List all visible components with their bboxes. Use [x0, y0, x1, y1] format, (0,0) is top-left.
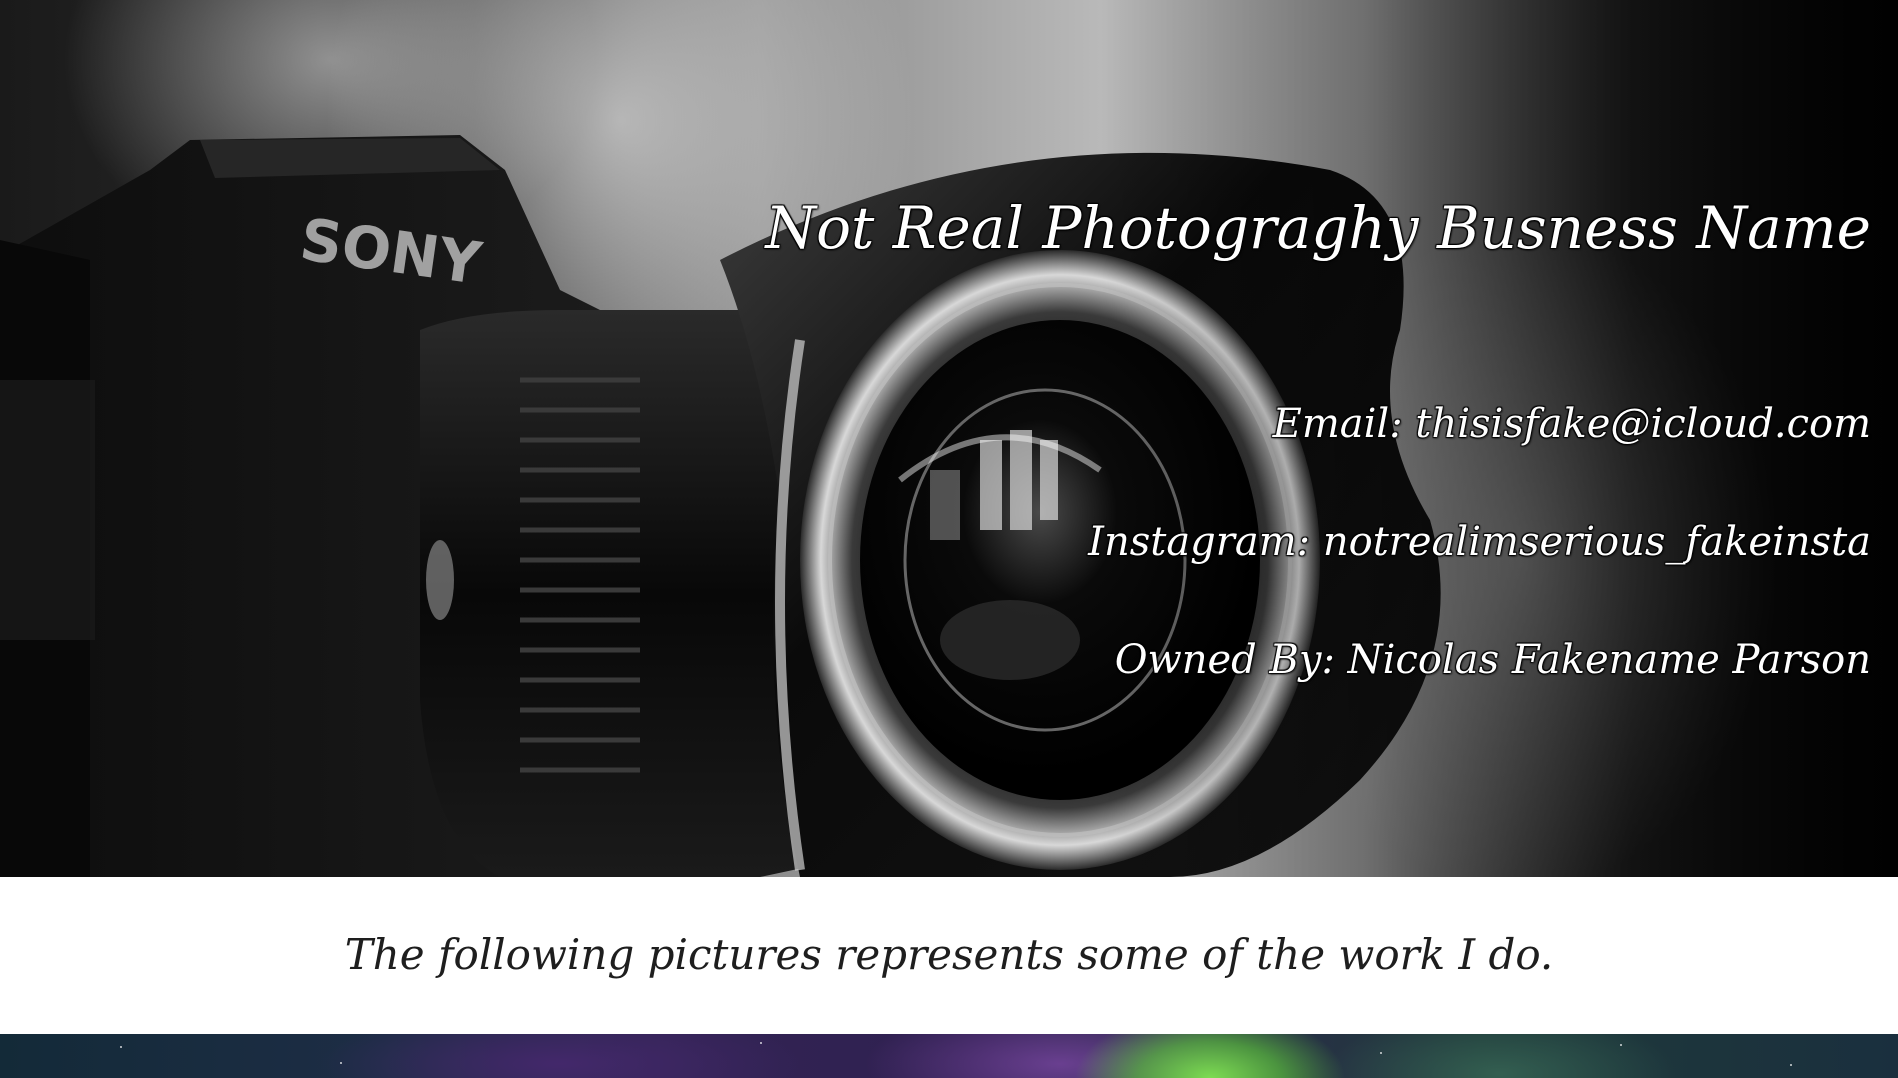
star-dot — [340, 1062, 342, 1064]
hero-banner: SONY Not Real Photograghy Busness Name E… — [0, 0, 1898, 877]
instagram-text: Instagram: notrealimserious_fakeinsta — [1088, 519, 1871, 565]
email-text: Email: thisisfake@icloud.com — [1272, 401, 1871, 447]
star-dot — [1380, 1052, 1382, 1054]
star-dot — [120, 1046, 122, 1048]
page: SONY Not Real Photograghy Busness Name E… — [0, 0, 1898, 1078]
star-dot — [1790, 1064, 1792, 1066]
intro-text: The following pictures represents some o… — [344, 930, 1554, 979]
star-dot — [760, 1042, 762, 1044]
owner-text: Owned By: Nicolas Fakename Parson — [1114, 637, 1871, 683]
intro-section: The following pictures represents some o… — [0, 877, 1898, 1034]
star-dot — [1620, 1044, 1622, 1046]
business-name-title: Not Real Photograghy Busness Name — [765, 194, 1871, 262]
gallery-aurora-photo — [0, 1034, 1898, 1078]
